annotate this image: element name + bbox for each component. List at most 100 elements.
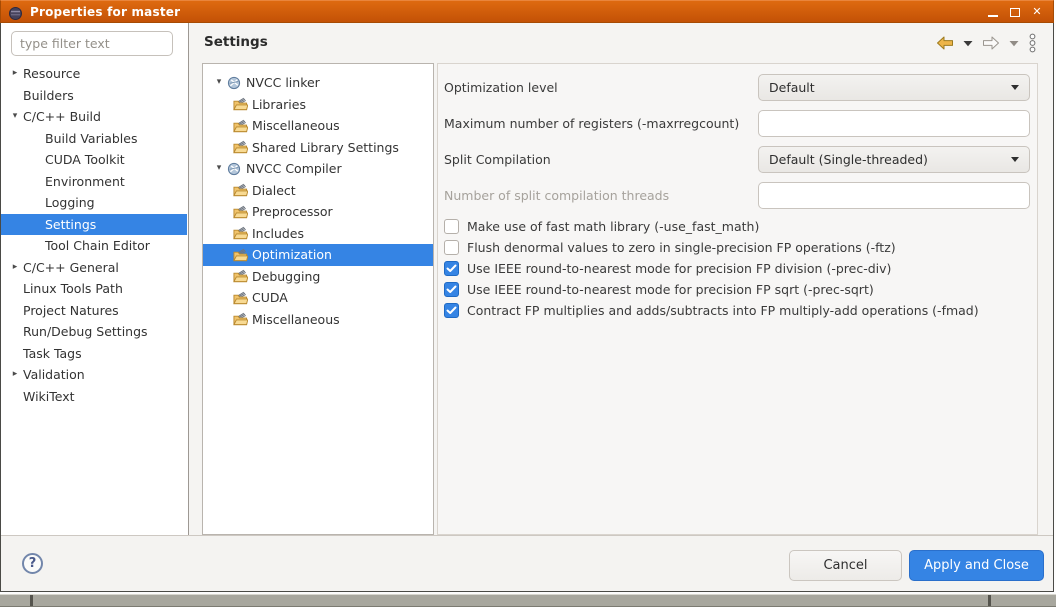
number-of-split-compilation-threads-input[interactable]	[758, 182, 1030, 209]
folder-icon	[233, 312, 249, 326]
tool-tree-item-cuda[interactable]: CUDA	[203, 287, 433, 309]
folder-icon	[233, 97, 249, 111]
folder-icon	[233, 140, 249, 154]
chevron-down-icon[interactable]: ▾	[7, 112, 23, 121]
sidebar-item-label: Project Natures	[23, 303, 119, 318]
sidebar-item-environment[interactable]: Environment	[1, 171, 187, 193]
close-icon[interactable]: ✕	[1031, 6, 1043, 18]
sidebar-item-label: Tool Chain Editor	[45, 238, 150, 253]
button-bar: ? Cancel Apply and Close	[1, 535, 1053, 591]
forward-menu-chevron-icon[interactable]	[1009, 40, 1019, 47]
tool-tree-item-includes[interactable]: Includes	[203, 223, 433, 245]
sidebar-item-cuda-toolkit[interactable]: CUDA Toolkit	[1, 149, 187, 171]
forward-arrow-icon[interactable]	[982, 36, 1000, 50]
tool-tree-item-libraries[interactable]: Libraries	[203, 94, 433, 116]
tool-icon	[227, 162, 243, 176]
back-menu-chevron-icon[interactable]	[963, 40, 973, 47]
checkbox-unchecked-icon[interactable]	[444, 240, 459, 255]
sidebar-item-builders[interactable]: Builders	[1, 85, 187, 107]
tool-icon	[227, 76, 243, 90]
sidebar-item-tool-chain-editor[interactable]: Tool Chain Editor	[1, 235, 187, 257]
checkbox-checked-icon[interactable]	[444, 261, 459, 276]
maximum-number-of-registers-maxrregcount-input[interactable]	[758, 110, 1030, 137]
form-row-optimization-level: Optimization levelDefault	[438, 74, 1037, 101]
back-arrow-icon[interactable]	[936, 36, 954, 50]
sidebar-item-label: Builders	[23, 88, 74, 103]
tool-tree-item-dialect[interactable]: Dialect	[203, 180, 433, 202]
checkbox-label: Flush denormal values to zero in single-…	[467, 240, 896, 255]
header-nav	[936, 33, 1037, 53]
tool-tree-item-nvcc-linker[interactable]: ▾ NVCC linker	[203, 72, 433, 94]
properties-sidebar: ▸ResourceBuilders▾C/C++ BuildBuild Varia…	[1, 23, 189, 535]
sidebar-item-wikitext[interactable]: WikiText	[1, 386, 187, 408]
folder-icon	[233, 248, 249, 262]
tool-tree-item-label: Miscellaneous	[252, 312, 340, 327]
tool-tree-item-debugging[interactable]: Debugging	[203, 266, 433, 288]
folder-icon	[233, 291, 249, 305]
dropdown-selected-value: Default (Single-threaded)	[769, 152, 928, 167]
strip-tick	[30, 595, 33, 606]
chevron-down-icon[interactable]: ▾	[211, 78, 227, 87]
sidebar-item-task-tags[interactable]: Task Tags	[1, 343, 187, 365]
sidebar-item-run-debug-settings[interactable]: Run/Debug Settings	[1, 321, 187, 343]
tool-tree-item-label: NVCC Compiler	[246, 161, 342, 176]
sidebar-item-label: Logging	[45, 195, 95, 210]
optimization-level-dropdown[interactable]: Default	[758, 74, 1030, 101]
tool-tree-item-label: Dialect	[252, 183, 296, 198]
cancel-button[interactable]: Cancel	[789, 550, 902, 581]
form-row-maximum-number-of-registers-maxrregcount: Maximum number of registers (-maxrregcou…	[438, 110, 1037, 137]
sidebar-item-c-c-general[interactable]: ▸C/C++ General	[1, 257, 187, 279]
sidebar-item-settings[interactable]: Settings	[1, 214, 187, 236]
window-title: Properties for master	[30, 5, 180, 19]
checkbox-row-make-use-of-fast-math-library-use-fast-m: Make use of fast math library (-use_fast…	[444, 216, 1033, 236]
sidebar-item-label: C/C++ Build	[23, 109, 101, 124]
checkbox-label: Use IEEE round-to-nearest mode for preci…	[467, 261, 891, 276]
tool-tree-item-nvcc-compiler[interactable]: ▾ NVCC Compiler	[203, 158, 433, 180]
folder-icon	[233, 205, 249, 219]
sidebar-item-validation[interactable]: ▸Validation	[1, 364, 187, 386]
sidebar-tree: ▸ResourceBuilders▾C/C++ BuildBuild Varia…	[1, 63, 187, 535]
tool-tree-item-miscellaneous[interactable]: Miscellaneous	[203, 115, 433, 137]
tool-tree-item-label: NVCC linker	[246, 75, 320, 90]
title-bar[interactable]: Properties for master ✕	[0, 0, 1054, 23]
sidebar-item-label: Task Tags	[23, 346, 82, 361]
checkbox-checked-icon[interactable]	[444, 282, 459, 297]
chevron-right-icon[interactable]: ▸	[7, 69, 23, 78]
checkbox-unchecked-icon[interactable]	[444, 219, 459, 234]
tool-tree-item-label: Debugging	[252, 269, 320, 284]
sidebar-item-resource[interactable]: ▸Resource	[1, 63, 187, 85]
sidebar-item-label: C/C++ General	[23, 260, 119, 275]
apply-and-close-button[interactable]: Apply and Close	[909, 550, 1044, 581]
checkbox-label: Contract FP multiplies and adds/subtract…	[467, 303, 979, 318]
checkbox-row-use-ieee-round-to-nearest-mode-for-preci: Use IEEE round-to-nearest mode for preci…	[444, 258, 1033, 278]
tool-tree-item-optimization[interactable]: Optimization	[203, 244, 433, 266]
background-taskbar-strip	[0, 594, 1056, 607]
tool-tree-item-shared-library-settings[interactable]: Shared Library Settings	[203, 137, 433, 159]
screen: Properties for master ✕ ▸Resource Builder…	[0, 0, 1056, 607]
tool-tree-item-label: CUDA	[252, 290, 288, 305]
chevron-right-icon[interactable]: ▸	[7, 263, 23, 272]
sidebar-item-c-c-build[interactable]: ▾C/C++ Build	[1, 106, 187, 128]
tool-tree-item-label: Optimization	[252, 247, 332, 262]
tool-tree-item-preprocessor[interactable]: Preprocessor	[203, 201, 433, 223]
checkbox-checked-icon[interactable]	[444, 303, 459, 318]
checkbox-label: Make use of fast math library (-use_fast…	[467, 219, 759, 234]
maximize-icon[interactable]	[1009, 6, 1021, 18]
sidebar-item-label: CUDA Toolkit	[45, 152, 125, 167]
sidebar-item-project-natures[interactable]: Project Natures	[1, 300, 187, 322]
sidebar-item-linux-tools-path[interactable]: Linux Tools Path	[1, 278, 187, 300]
tool-tree-item-label: Miscellaneous	[252, 118, 340, 133]
view-menu-icon[interactable]	[1028, 33, 1037, 53]
filter-input[interactable]	[11, 31, 173, 56]
folder-icon	[233, 226, 249, 240]
split-compilation-dropdown[interactable]: Default (Single-threaded)	[758, 146, 1030, 173]
sidebar-item-build-variables[interactable]: Build Variables	[1, 128, 187, 150]
tool-tree-item-miscellaneous[interactable]: Miscellaneous	[203, 309, 433, 331]
chevron-down-icon[interactable]: ▾	[211, 164, 227, 173]
chevron-right-icon[interactable]: ▸	[7, 370, 23, 379]
sidebar-item-logging[interactable]: Logging	[1, 192, 187, 214]
help-icon[interactable]: ?	[22, 553, 43, 574]
folder-icon	[233, 269, 249, 283]
minimize-icon[interactable]	[987, 6, 999, 18]
checkbox-row-use-ieee-round-to-nearest-mode-for-preci: Use IEEE round-to-nearest mode for preci…	[444, 279, 1033, 299]
